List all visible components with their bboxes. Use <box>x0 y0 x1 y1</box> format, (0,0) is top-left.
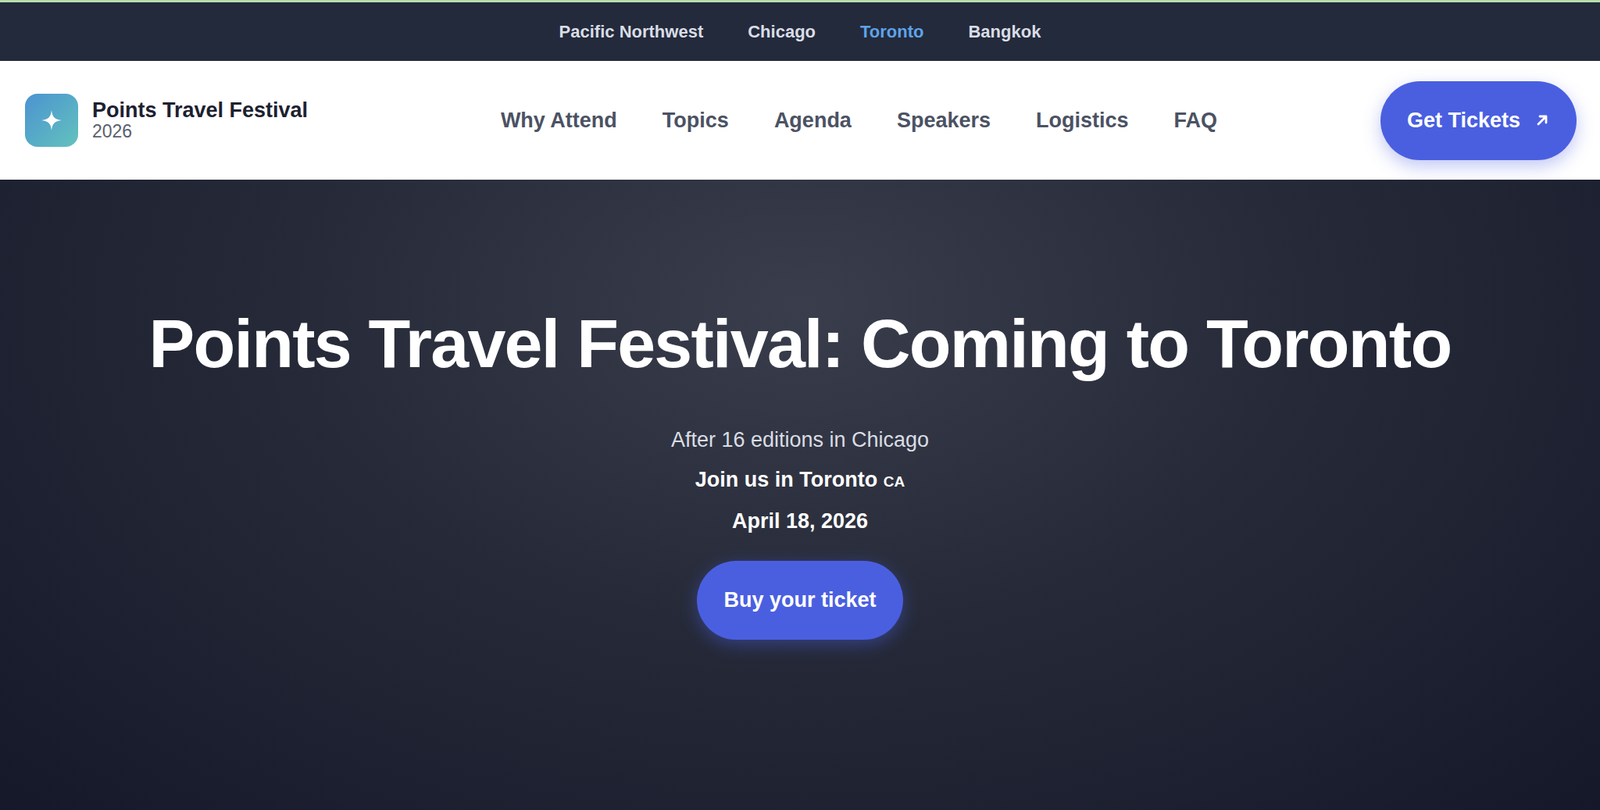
get-tickets-label: Get Tickets <box>1407 108 1521 133</box>
header: Points Travel Festival2026 Why Attend Topi… <box>0 60 1600 180</box>
page: Pacific Northwest Chicago Toronto Bangkok Po… <box>0 0 1600 810</box>
nav-link[interactable]: Logistics <box>1035 108 1129 133</box>
hero-details: After 16 editions in Chicago Join us in T… <box>671 427 929 535</box>
hero-subtitle: After 16 editions in Chicago <box>671 427 929 454</box>
country-code: CA <box>883 473 905 490</box>
brand-title: Points Travel Festival <box>92 99 308 123</box>
location-link[interactable]: Bangkok <box>967 21 1041 43</box>
get-tickets-button[interactable]: Get Tickets <box>1380 81 1577 161</box>
nav-link[interactable]: Speakers <box>896 108 991 133</box>
buy-ticket-button[interactable]: Buy your ticket <box>696 560 903 640</box>
location-link[interactable]: Chicago <box>747 21 816 43</box>
brand-year: 2026 <box>92 121 308 142</box>
brand-text: Points Travel Festival2026 <box>92 99 308 143</box>
hero-title: Points Travel Festival: Coming to Toront… <box>149 306 1452 383</box>
location-link[interactable]: Toronto <box>860 21 924 43</box>
arrow-up-right-icon <box>1534 112 1550 129</box>
sparkle-icon <box>39 108 64 133</box>
hero-date: April 18, 2026 <box>732 508 868 535</box>
nav-link[interactable]: Agenda <box>774 108 852 133</box>
nav-link[interactable]: Why Attend <box>500 108 618 133</box>
nav-link[interactable]: Topics <box>662 108 729 133</box>
brand[interactable]: Points Travel Festival2026 <box>25 93 338 147</box>
location-bar: Pacific Northwest Chicago Toronto Bangkok <box>0 2 1600 61</box>
hero-location: Join us in Toronto CA <box>695 467 905 495</box>
location-link[interactable]: Pacific Northwest <box>559 21 704 43</box>
hero: Points Travel Festival: Coming to Toront… <box>0 179 1600 810</box>
nav-link[interactable]: FAQ <box>1174 108 1218 133</box>
main-nav: Why Attend Topics Agenda Speakers Logistics F… <box>500 108 1218 133</box>
logo <box>25 93 79 147</box>
